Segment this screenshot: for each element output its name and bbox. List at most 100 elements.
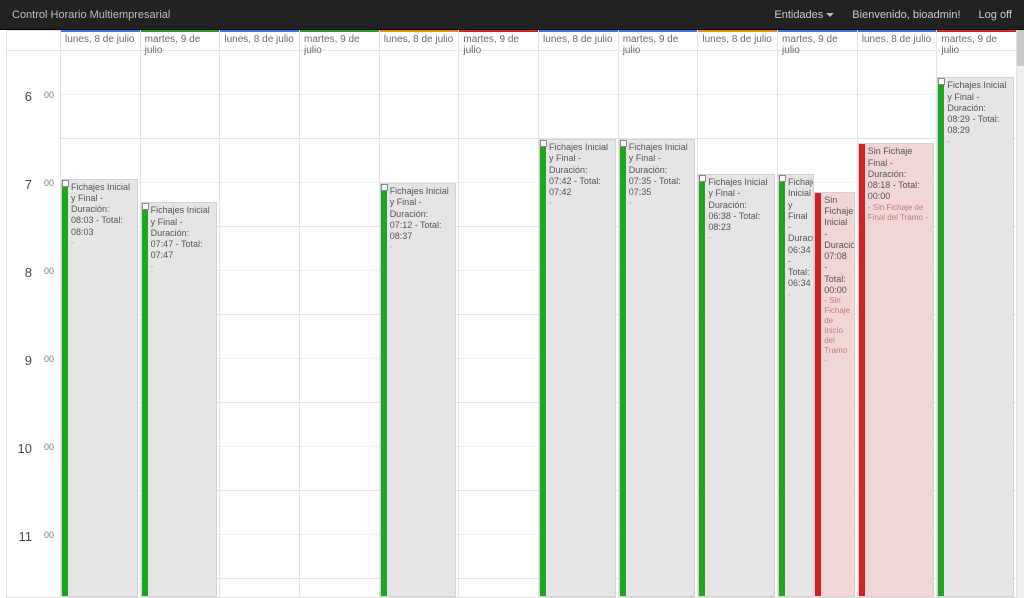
event-bar-green	[141, 202, 148, 597]
day-column[interactable]: Fichajes Inicial y Final - Duración: 07:…	[619, 51, 699, 597]
column-header[interactable]: martes, 9 de julio	[459, 31, 539, 50]
column-accent	[380, 30, 459, 32]
column-accent	[858, 30, 937, 32]
column-header[interactable]: lunes, 8 de julio	[539, 31, 619, 50]
time-slot	[459, 183, 538, 227]
column-accent	[937, 30, 1016, 32]
time-slot	[459, 227, 538, 271]
time-gutter-head	[7, 31, 61, 50]
day-column[interactable]: Fichajes Inicial y Final - Duración: 08:…	[937, 51, 1017, 597]
column-header[interactable]: martes, 9 de julio	[778, 31, 858, 50]
column-header[interactable]: lunes, 8 de julio	[380, 31, 460, 50]
event-mark-icon	[620, 140, 627, 147]
calendar-event[interactable]: Fichajes Inicial y Final - Duración: 07:…	[141, 202, 218, 597]
column-header[interactable]: lunes, 8 de julio	[698, 31, 778, 50]
time-slot	[220, 315, 299, 359]
day-column[interactable]: Fichajes Inicial y Final - Duración: 07:…	[141, 51, 221, 597]
column-accent	[141, 30, 220, 32]
day-column[interactable]: Fichajes Inicial y Final - Duración: 06:…	[698, 51, 778, 597]
calendar-event[interactable]: Sin Fichaje Final - Duración: 08:18 - To…	[858, 143, 935, 597]
time-slot	[459, 95, 538, 139]
column-header[interactable]: martes, 9 de julio	[937, 31, 1017, 50]
day-column[interactable]: Fichajes Inicial y Final - Duración: 06:…	[778, 51, 858, 597]
caret-down-icon	[826, 13, 834, 17]
day-column[interactable]: Fichajes Inicial y Final - Duración: 07:…	[380, 51, 460, 597]
column-header[interactable]: martes, 9 de julio	[300, 31, 380, 50]
time-slot	[220, 403, 299, 447]
time-slot	[459, 447, 538, 491]
app-brand: Control Horario Multiempresarial	[12, 9, 170, 21]
day-column[interactable]	[459, 51, 539, 597]
day-column[interactable]	[300, 51, 380, 597]
calendar-event[interactable]: Fichajes Inicial y Final - Duración: 07:…	[539, 139, 616, 597]
hour-minute-label: 00	[44, 90, 54, 100]
event-mark-icon	[142, 203, 149, 210]
event-title: Fichajes Inicial y Final - Duración: 08:…	[62, 180, 137, 238]
vertical-scrollbar[interactable]	[1017, 30, 1024, 598]
time-slot	[778, 95, 857, 139]
calendar-body: 60070080090010001100 Fichajes Inicial y …	[7, 51, 1017, 597]
column-accent	[220, 30, 299, 32]
hour-label: 8	[25, 265, 32, 280]
calendar-event[interactable]: Fichajes Inicial y Final - Duración: 08:…	[61, 179, 138, 597]
time-slot	[220, 227, 299, 271]
hour-label: 6	[25, 89, 32, 104]
event-bar-green	[61, 179, 68, 597]
calendar-event[interactable]: Fichajes Inicial y Final - Duración: 07:…	[380, 183, 457, 597]
time-slot	[220, 95, 299, 139]
event-subtitle: -	[142, 262, 217, 274]
calendar-event[interactable]: Fichajes Inicial y Final - Duración: 07:…	[619, 139, 696, 597]
nav-entities-dropdown[interactable]: Entidades	[774, 9, 834, 21]
column-header[interactable]: martes, 9 de julio	[619, 31, 699, 50]
calendar-event[interactable]: Fichajes Inicial y Final - Duración: 08:…	[937, 77, 1014, 597]
time-slot	[61, 95, 140, 139]
calendar-event[interactable]: Fichajes Inicial y Final - Duración: 06:…	[698, 174, 775, 597]
time-slot	[459, 579, 538, 597]
nav-logoff[interactable]: Log off	[979, 9, 1012, 21]
time-slot	[220, 271, 299, 315]
column-header[interactable]: lunes, 8 de julio	[220, 31, 300, 50]
hour-minute-label: 00	[44, 442, 54, 452]
event-title: Sin Fichaje Final - Duración: 08:18 - To…	[859, 144, 934, 202]
column-header[interactable]: lunes, 8 de julio	[61, 31, 141, 50]
calendar-header-row: lunes, 8 de juliomartes, 9 de juliolunes…	[7, 31, 1017, 51]
day-column[interactable]: Fichajes Inicial y Final - Duración: 07:…	[539, 51, 619, 597]
column-header[interactable]: martes, 9 de julio	[141, 31, 221, 50]
time-slot	[459, 315, 538, 359]
scrollbar-thumb[interactable]	[1017, 30, 1024, 66]
time-slot	[380, 51, 459, 95]
day-column[interactable]	[220, 51, 300, 597]
time-slot	[300, 579, 379, 597]
time-slot	[220, 447, 299, 491]
day-column[interactable]: Fichajes Inicial y Final - Duración: 08:…	[61, 51, 141, 597]
column-header[interactable]: lunes, 8 de julio	[858, 31, 938, 50]
calendar-event[interactable]: Fichajes Inicial y Final - Duración: 06:…	[778, 174, 814, 597]
column-accent	[300, 30, 379, 32]
hour-minute-label: 00	[44, 354, 54, 364]
event-subtitle: -	[699, 233, 774, 245]
calendar-event[interactable]: Sin Fichaje Inicial - Duración: 07:08 - …	[814, 192, 854, 597]
time-slot	[300, 227, 379, 271]
day-column[interactable]: Sin Fichaje Final - Duración: 08:18 - To…	[858, 51, 938, 597]
time-slot	[619, 95, 698, 139]
time-slot	[459, 535, 538, 579]
event-subtitle: -	[540, 198, 615, 210]
time-slot	[220, 183, 299, 227]
event-subtitle: -	[620, 198, 695, 210]
event-subtitle: -	[381, 242, 456, 254]
event-mark-icon	[938, 78, 945, 85]
time-slot	[778, 51, 857, 95]
event-title: Fichajes Inicial y Final - Duración: 06:…	[699, 175, 774, 233]
time-slot	[141, 51, 220, 95]
nav-welcome[interactable]: Bienvenido, bioadmin!	[852, 9, 960, 21]
column-header-label: lunes, 8 de julio	[702, 34, 772, 45]
time-slot	[300, 315, 379, 359]
event-mark-icon	[699, 175, 706, 182]
event-title: Fichajes Inicial y Final - Duración: 08:…	[938, 78, 1013, 136]
column-header-label: lunes, 8 de julio	[384, 34, 454, 45]
hour-label: 7	[25, 177, 32, 192]
time-slot	[220, 579, 299, 597]
event-title: Fichajes Inicial y Final - Duración: 07:…	[381, 184, 456, 242]
event-subtitle: -	[938, 137, 1013, 149]
time-slot	[459, 271, 538, 315]
